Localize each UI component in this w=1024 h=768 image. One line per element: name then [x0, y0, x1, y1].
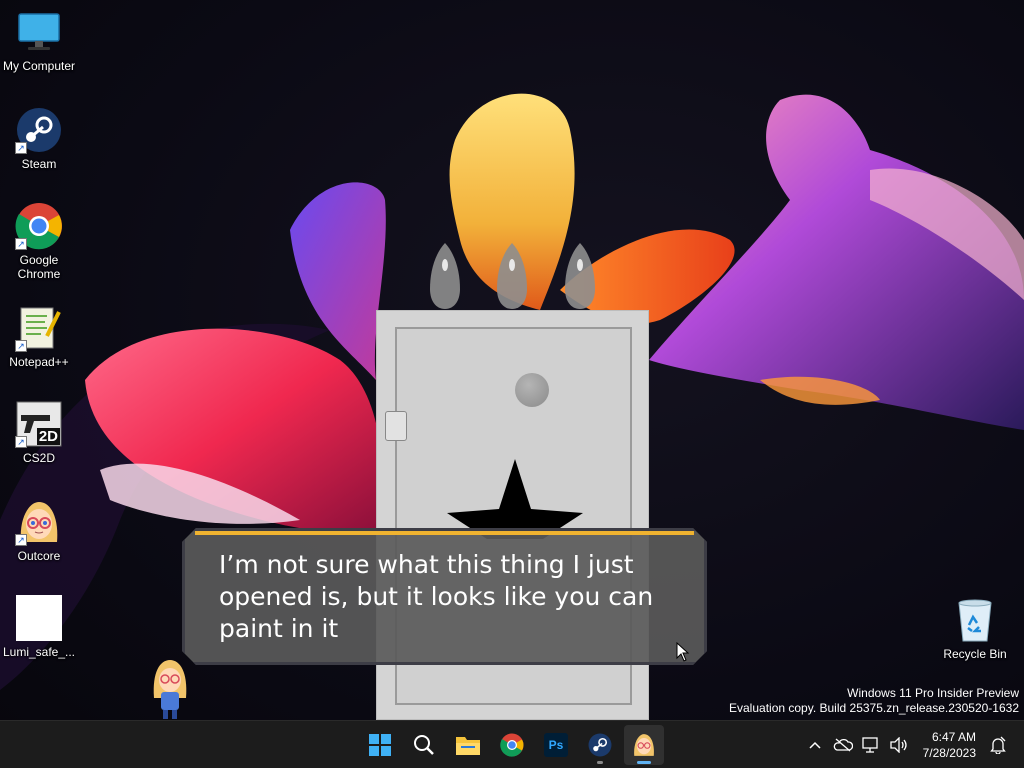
active-indicator [637, 761, 651, 764]
monitor-icon [15, 8, 63, 56]
file-explorer-button[interactable] [448, 725, 488, 765]
dialog-box[interactable]: I’m not sure what this thing I just open… [182, 528, 707, 665]
desktop-icon-label: Google Chrome [17, 253, 61, 281]
taskbar: Ps 6:47 AM 7/28/2023 [0, 720, 1024, 768]
clock-time: 6:47 AM [931, 730, 976, 744]
start-button[interactable] [360, 725, 400, 765]
search-button[interactable] [404, 725, 444, 765]
desktop-icon-my-computer[interactable]: My Computer [1, 8, 77, 73]
shortcut-arrow-icon: ↗ [15, 142, 27, 154]
desktop-icon-label: Steam [21, 157, 57, 171]
shortcut-arrow-icon: ↗ [15, 340, 27, 352]
desktop-icon-steam[interactable]: ↗ Steam [1, 106, 77, 171]
desktop-icon-label: Lumi_safe_... [2, 645, 76, 659]
system-tray: 6:47 AM 7/28/2023 [801, 721, 1024, 768]
notepadpp-icon: ↗ [15, 304, 63, 352]
onedrive-offline-icon[interactable] [831, 733, 855, 757]
search-icon [414, 735, 434, 755]
steam-taskbar-button[interactable] [580, 725, 620, 765]
notification-bell-icon[interactable] [986, 733, 1010, 757]
chrome-icon [500, 733, 524, 757]
chevron-up-icon[interactable] [803, 733, 827, 757]
gray-bulb-icon [497, 243, 527, 309]
shortcut-arrow-icon: ↗ [15, 238, 27, 250]
cs2d-badge: 2D [36, 428, 60, 445]
outcore-icon: ↗ [15, 498, 63, 546]
gray-bulb-icon [565, 243, 595, 309]
photoshop-icon: Ps [544, 733, 568, 757]
clock[interactable]: 6:47 AM 7/28/2023 [923, 729, 976, 761]
desktop-icon-label: Notepad++ [9, 355, 69, 369]
desktop-icon-lumi-safe[interactable]: Lumi_safe_... [1, 594, 77, 659]
desktop-icon-cs2d[interactable]: 2D ↗ CS2D [1, 400, 77, 465]
chrome-taskbar-button[interactable] [492, 725, 532, 765]
steam-icon [588, 733, 612, 757]
shortcut-arrow-icon: ↗ [15, 436, 27, 448]
volume-icon[interactable] [887, 733, 911, 757]
cs2d-icon: 2D ↗ [15, 400, 63, 448]
desktop-icon-label: Outcore [17, 549, 61, 563]
desktop-icon-label: CS2D [22, 451, 55, 465]
folder-icon [456, 737, 480, 755]
safe-hinge [385, 411, 407, 441]
windows-start-icon [369, 734, 391, 756]
desktop-icon-label: My Computer [2, 59, 76, 73]
star-icon [447, 459, 583, 539]
network-icon[interactable] [859, 733, 883, 757]
mascot-character-icon[interactable] [150, 658, 190, 720]
desktop-icon-label: Recycle Bin [943, 647, 1007, 661]
mouse-cursor-icon [676, 642, 690, 662]
taskbar-apps: Ps [360, 721, 664, 768]
safe-knob[interactable] [515, 373, 549, 407]
shortcut-arrow-icon: ↗ [15, 534, 27, 546]
dialog-text: I’m not sure what this thing I just open… [219, 550, 654, 643]
desktop-icon-notepadpp[interactable]: ↗ Notepad++ [1, 304, 77, 369]
watermark-line2: Evaluation copy. Build 25375.zn_release.… [729, 701, 1019, 715]
recycle-bin-icon [951, 596, 999, 644]
dialog-accent-bar [195, 531, 694, 535]
outcore-taskbar-button[interactable] [624, 725, 664, 765]
outcore-icon [634, 734, 654, 756]
steam-icon: ↗ [15, 106, 63, 154]
blank-file-icon [15, 594, 63, 642]
desktop-icon-chrome[interactable]: ↗ Google Chrome [1, 202, 77, 281]
watermark-line1: Windows 11 Pro Insider Preview [847, 686, 1019, 700]
clock-date: 7/28/2023 [922, 746, 976, 760]
windows-watermark: Windows 11 Pro Insider Preview Evaluatio… [729, 686, 1019, 716]
gray-bulb-icon [430, 243, 460, 309]
desktop-icon-outcore[interactable]: ↗ Outcore [1, 498, 77, 563]
photoshop-taskbar-button[interactable]: Ps [536, 725, 576, 765]
desktop-icon-recycle-bin[interactable]: Recycle Bin [937, 596, 1013, 661]
running-indicator [597, 761, 603, 764]
chrome-icon: ↗ [15, 202, 63, 250]
